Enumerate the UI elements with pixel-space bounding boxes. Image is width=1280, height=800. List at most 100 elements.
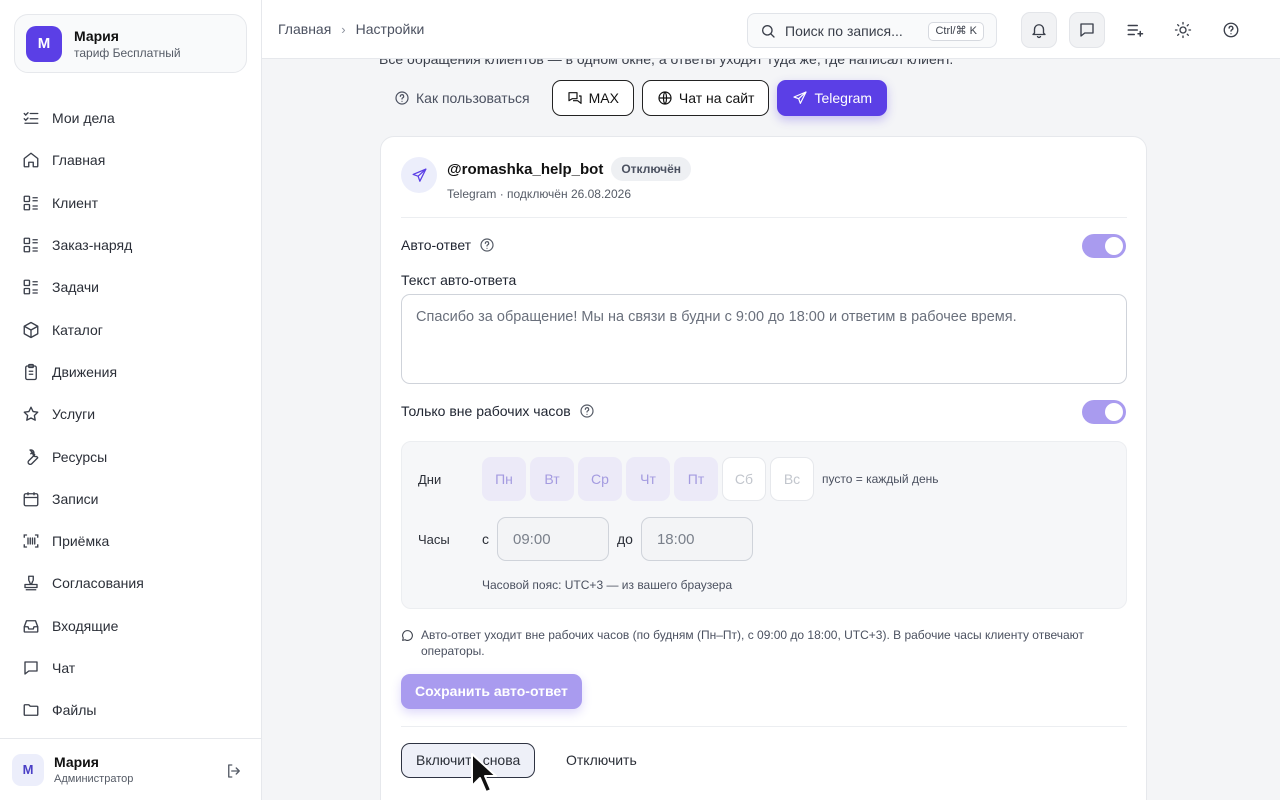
user-role: Администратор [54,773,134,785]
search-input[interactable]: Поиск по запися... Ctrl/⌘ K [747,13,997,48]
sidebar-item-my-tasks[interactable]: Мои дела [0,97,261,139]
offhours-row: Только вне рабочих часов [401,403,595,419]
sidebar-item-resources[interactable]: Ресурсы [0,435,261,477]
clipboard-icon [22,363,40,381]
help-button[interactable] [1213,12,1249,48]
send-icon [411,167,428,184]
user-name: Мария [54,754,99,770]
add-task-button[interactable] [1117,12,1153,48]
day-mon[interactable]: Пн [482,457,526,501]
day-thu[interactable]: Чт [626,457,670,501]
wrench-icon [22,448,40,466]
hours-range: с 09:00 до 18:00 [482,517,761,561]
calendar-icon [22,490,40,508]
autoreply-label: Авто-ответ [401,237,472,253]
list-add-icon [1126,21,1144,39]
logout-icon[interactable] [225,762,243,780]
account-switcher[interactable]: М Мария тариф Бесплатный [14,14,247,73]
day-sun[interactable]: Вс [770,457,814,501]
day-wed[interactable]: Ср [578,457,622,501]
messages-button[interactable] [1069,12,1105,48]
reenable-button[interactable]: Включить снова [401,743,536,778]
sun-icon [1174,21,1192,39]
sidebar-item-catalog[interactable]: Каталог [0,308,261,350]
help-icon[interactable] [479,237,495,253]
tab-site-chat[interactable]: Чат на сайт [641,80,770,116]
time-from-input[interactable]: 09:00 [497,517,609,561]
bot-username: @romashka_help_bot [447,160,604,178]
list-icon [22,278,40,296]
offhours-toggle[interactable] [1082,400,1126,424]
tab-max[interactable]: MAX [551,80,634,116]
page-description: Все обращения клиентов — в одном окне, а… [379,59,954,67]
breadcrumb-home[interactable]: Главная [278,21,331,37]
sidebar-item-label: Файлы [52,702,97,719]
mouse-cursor-icon [470,752,500,800]
how-to-use-link[interactable]: Как пользоваться [394,90,530,106]
sidebar-item-label: Задачи [52,279,100,296]
bot-avatar [401,157,437,193]
send-icon [792,90,808,106]
shortcut-badge: Ctrl/⌘ K [928,22,984,41]
day-picker: Пн Вт Ср Чт Пт Сб Вс пусто = каждый день [482,457,939,501]
bell-icon [1030,21,1048,39]
sidebar-item-chat[interactable]: Чат [0,647,261,689]
save-autoreply-button[interactable]: Сохранить авто-ответ [401,674,582,709]
sidebar-item-movements[interactable]: Движения [0,351,261,393]
list-icon [22,236,40,254]
messages-icon [567,90,583,106]
globe-icon [657,90,673,106]
autoreply-toggle[interactable] [1082,234,1126,258]
how-to-use-label: Как пользоваться [416,90,530,106]
disable-button[interactable]: Отключить [566,743,637,778]
sidebar-item-label: Согласования [52,575,144,592]
sidebar-item-appointments[interactable]: Записи [0,478,261,520]
account-name: Мария [74,27,119,44]
sidebar-item-home[interactable]: Главная [0,139,261,181]
note-text: Авто-ответ уходит вне рабочих часов (по … [421,628,1084,659]
hours-label: Часы [418,532,450,547]
list-icon [22,194,40,212]
sidebar-nav: Мои дела Главная Клиент Заказ-наряд Зада… [0,97,261,731]
tab-label: MAX [588,90,619,106]
notifications-button[interactable] [1021,12,1057,48]
top-bar: Главная › Настройки Поиск по запися... C… [262,0,1280,59]
sidebar-item-files[interactable]: Файлы [0,689,261,731]
sidebar: М Мария тариф Бесплатный Мои дела Главна… [0,0,262,800]
sidebar-item-client[interactable]: Клиент [0,182,261,224]
days-hint: пусто = каждый день [822,472,939,486]
tab-label: Чат на сайт [678,90,755,106]
timezone-hint: Часовой пояс: UTC+3 — из вашего браузера [482,578,733,592]
star-icon [22,405,40,423]
help-icon[interactable] [579,403,595,419]
sidebar-item-work-order[interactable]: Заказ-наряд [0,224,261,266]
tab-telegram[interactable]: Telegram [777,80,888,116]
offhours-label: Только вне рабочих часов [401,403,571,419]
days-label: Дни [418,472,442,487]
account-plan: тариф Бесплатный [74,45,181,60]
theme-toggle-button[interactable] [1165,12,1201,48]
sidebar-item-label: Услуги [52,406,96,423]
day-tue[interactable]: Вт [530,457,574,501]
avatar: М [12,753,44,786]
sidebar-item-inbox[interactable]: Входящие [0,605,261,647]
day-fri[interactable]: Пт [674,457,718,501]
sidebar-item-tasks[interactable]: Задачи [0,266,261,308]
telegram-bot-card: @romashka_help_bot Отключён Telegram · п… [380,136,1147,800]
autoreply-note: Авто-ответ уходит вне рабочих часов (по … [401,627,1127,659]
search-placeholder: Поиск по запися... [785,22,903,39]
avatar: М [26,25,62,62]
sidebar-item-label: Чат [52,660,76,676]
main-content: Все обращения клиентов — в одном окне, а… [262,59,1280,800]
sidebar-item-label: Мои дела [52,110,115,127]
autoreply-text-field[interactable]: Спасибо за обращение! Мы на связи в будн… [401,294,1127,384]
chat-icon [1078,21,1096,39]
sidebar-item-services[interactable]: Услуги [0,393,261,435]
sidebar-item-approvals[interactable]: Согласования [0,562,261,604]
bot-header: @romashka_help_bot Отключён Telegram · п… [401,157,692,201]
schedule-panel: Дни Пн Вт Ср Чт Пт Сб Вс пусто = каждый … [401,441,1127,609]
inbox-icon [22,617,40,635]
sidebar-item-receiving[interactable]: Приёмка [0,520,261,562]
time-to-input[interactable]: 18:00 [640,517,753,561]
day-sat[interactable]: Сб [722,457,766,501]
